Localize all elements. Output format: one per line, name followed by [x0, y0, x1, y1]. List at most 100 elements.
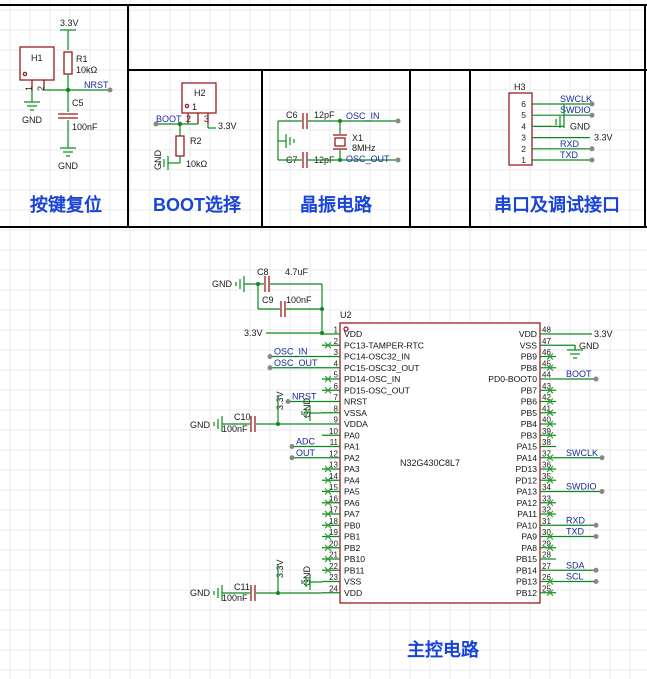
- mcu-pin-number: 6: [334, 382, 339, 391]
- mcu-pin-name: PD14-OSC_IN: [344, 374, 400, 384]
- mcu-pin-name: PA5: [344, 487, 360, 497]
- h3-pin-number: 6: [521, 99, 526, 109]
- r2-ref: R2: [190, 136, 202, 146]
- mcu-pin-name: PA11: [517, 509, 537, 519]
- right-vss-gnd-label: GND: [579, 341, 600, 351]
- mcu-pin-name: VDD: [344, 588, 362, 598]
- reset-section-title: 按键复位: [30, 194, 102, 215]
- mcu-pin-number: 21: [329, 551, 338, 560]
- r1-value: 10kΩ: [76, 65, 98, 75]
- mcu-pin-number: 7: [334, 393, 339, 402]
- c11-value: 100nF: [222, 593, 248, 603]
- mcu-pin-number: 48: [542, 326, 551, 335]
- x1-crystal[interactable]: [334, 137, 346, 147]
- h2-pin-1: 1: [192, 102, 197, 112]
- x1-ref: X1: [352, 133, 363, 143]
- boot-section-title: BOOT选择: [153, 194, 242, 215]
- mcu-pin-number: 15: [329, 483, 338, 492]
- h3-net-label: SWCLK: [560, 94, 592, 104]
- c10-ref: C10: [234, 412, 251, 422]
- mcu-pin-number: 23: [329, 573, 338, 582]
- mcu-pin-number: 38: [542, 438, 551, 447]
- mcu-pin-number: 2: [334, 337, 339, 346]
- txd-net-label: TXD: [566, 527, 585, 537]
- mcu-pin-name: PC13-TAMPER-RTC: [344, 340, 424, 350]
- u2-ref: U2: [340, 310, 352, 320]
- mcu-pin-name: PA4: [344, 475, 360, 485]
- h3-net-label: TXD: [560, 150, 579, 160]
- mcu-pin-name: PB15: [516, 554, 537, 564]
- nrst-net-label: NRST: [84, 80, 109, 90]
- mcu-pin-name: PB3: [521, 430, 537, 440]
- mcu-pin-name: PD13: [516, 464, 538, 474]
- debug-section-title: 串口及调试接口: [494, 194, 620, 215]
- mcu-pin-name: PC15-OSC32_OUT: [344, 363, 420, 373]
- mcu-pin-number: 31: [542, 517, 551, 526]
- boot-net-label: BOOT: [156, 114, 182, 124]
- reset-vcc-label: 3.3V: [60, 18, 79, 28]
- c5-value: 100nF: [72, 122, 98, 132]
- h3-gnd-label: GND: [570, 121, 591, 131]
- mcu-pin-name: PB7: [521, 385, 537, 395]
- mcu-pin-name: PB9: [521, 352, 537, 362]
- crystal-section-title: 晶振电路: [300, 194, 373, 215]
- mcu-pin-number: 3: [334, 348, 339, 357]
- mcu-pin-number: 10: [329, 427, 338, 436]
- mcu-pin-number: 47: [542, 337, 551, 346]
- c10-value: 100nF: [222, 424, 248, 434]
- mcu-pin-number: 44: [542, 371, 551, 380]
- c9-ref: C9: [262, 295, 274, 305]
- r2-resistor[interactable]: [175, 135, 185, 157]
- mcu-pin-name: PA2: [344, 453, 360, 463]
- c9-value: 100nF: [286, 295, 312, 305]
- mcu-pin-name: PA9: [521, 532, 537, 542]
- mcu-part-number: N32G430C8L7: [400, 458, 460, 468]
- mcu-pin-name: PB2: [344, 543, 360, 553]
- x1-value: 8MHz: [352, 143, 376, 153]
- mcu-pin-name: NRST: [344, 397, 368, 407]
- c8-gnd-label: GND: [212, 279, 233, 289]
- r1-ref: R1: [76, 54, 88, 64]
- mcu-pin-number: 4: [334, 359, 339, 368]
- h2-ref: H2: [194, 88, 206, 98]
- mcu-pin-number: 19: [329, 528, 338, 537]
- mcu-pin-name: PA7: [344, 509, 360, 519]
- vdda-vcc-label: 3.3V: [275, 391, 285, 410]
- mcu-pin-name: VSS: [520, 340, 537, 350]
- mcu-pin-number: 28: [542, 551, 551, 560]
- h3-pin-number: 5: [521, 110, 526, 120]
- mcu-pin-number: 18: [329, 517, 338, 526]
- mcu-pin-name: VDD: [344, 329, 362, 339]
- mcu-pin-name: PC14-OSC32_IN: [344, 352, 410, 362]
- adc-net-label: ADC: [296, 437, 316, 447]
- rxd-net-label: RXD: [566, 515, 586, 525]
- mcu-pin-number: 12: [329, 449, 338, 458]
- swclk-net-label: SWCLK: [566, 448, 598, 458]
- h1-ref: H1: [31, 53, 43, 63]
- mcu-pin-name: VDD: [519, 329, 537, 339]
- mcu-pin-number: 34: [542, 483, 551, 492]
- mcu-pin-name: VSSA: [344, 408, 367, 418]
- osc-in-net-label: OSC_IN: [346, 111, 380, 121]
- h3-pin-number: 2: [521, 144, 526, 154]
- c8-ref: C8: [257, 267, 269, 277]
- mcu-pin-name: PB14: [516, 565, 537, 575]
- mcu-pin-number: 8: [334, 404, 339, 413]
- mcu-pin-number: 22: [329, 562, 338, 571]
- mcu-pin-name: VSS: [344, 577, 361, 587]
- mcu-pin-number: 24: [329, 584, 338, 593]
- mcu-pin-number: 5: [334, 371, 339, 380]
- mcu-pin-number: 14: [329, 472, 338, 481]
- main-section-title: 主控电路: [407, 639, 480, 660]
- vdd2-vcc-label: 3.3V: [275, 559, 285, 578]
- mcu-pin-name: PA12: [517, 498, 538, 508]
- mcu-pin-name: PD12: [516, 475, 538, 485]
- mcu-pin-name: PA8: [521, 543, 537, 553]
- mcu-pin-name: PA6: [344, 498, 360, 508]
- right-vdd-vcc-label: 3.3V: [594, 329, 613, 339]
- main-controller: U2 N32G430C8L7 1 VDD 2 PC13-TAMPER-RTC 3 PC14…: [190, 267, 613, 604]
- boot-gnd-label: GND: [153, 150, 163, 171]
- mcu-pin-name: PA13: [517, 487, 538, 497]
- mcu-pin-name: PD15-OSC_OUT: [344, 385, 411, 395]
- r1-resistor[interactable]: [63, 51, 73, 75]
